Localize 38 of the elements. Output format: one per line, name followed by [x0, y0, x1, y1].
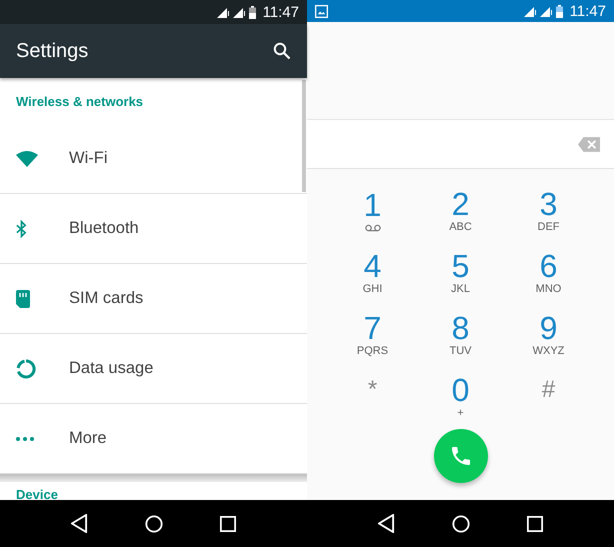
home-icon[interactable]: [144, 514, 163, 532]
signal-icon: [232, 6, 245, 18]
back-icon[interactable]: [70, 514, 88, 533]
battery-icon: [556, 4, 563, 18]
dialpad-key[interactable]: 5 JKL: [416, 241, 504, 303]
signal-icon: [524, 5, 536, 17]
recents-icon[interactable]: [527, 516, 544, 532]
dialpad-key[interactable]: 6 MNO: [504, 241, 592, 303]
image-notification-icon: [315, 4, 328, 18]
voicemail-icon: [364, 224, 380, 232]
sim-card-icon: [16, 290, 30, 308]
dialpad-key[interactable]: 9 WXYZ: [504, 303, 592, 365]
bluetooth-icon: [16, 220, 27, 238]
signal-icon: [540, 5, 552, 17]
dialpad-key[interactable]: 7 PQRS: [328, 303, 416, 365]
signal-icon: [216, 6, 229, 18]
dialpad-key[interactable]: 1: [328, 179, 416, 241]
section-header: Device: [16, 487, 58, 500]
dialpad-key[interactable]: 4 GHI: [328, 241, 416, 303]
search-icon[interactable]: [273, 42, 291, 60]
dialpad-key[interactable]: *: [328, 365, 416, 427]
status-time: 11:47: [262, 4, 299, 20]
dialpad-key[interactable]: #: [504, 365, 592, 427]
section-header: Wireless & networks: [16, 94, 144, 108]
home-icon[interactable]: [452, 514, 470, 532]
status-time: 11:47: [570, 2, 606, 20]
battery-icon: [248, 6, 256, 18]
screen-title: Settings: [16, 40, 88, 62]
dialpad-key[interactable]: 3 DEF: [504, 179, 592, 241]
dialpad-key[interactable]: 8 TUV: [416, 303, 504, 365]
dialpad-key[interactable]: 0 +: [416, 365, 504, 427]
wifi-icon: [16, 150, 38, 166]
more-icon: [16, 436, 34, 440]
data-usage-icon: [16, 358, 36, 378]
back-icon[interactable]: [378, 514, 395, 533]
number-field[interactable]: [307, 120, 614, 169]
recents-icon[interactable]: [220, 516, 236, 532]
dialpad-key[interactable]: 2 ABC: [416, 179, 504, 241]
